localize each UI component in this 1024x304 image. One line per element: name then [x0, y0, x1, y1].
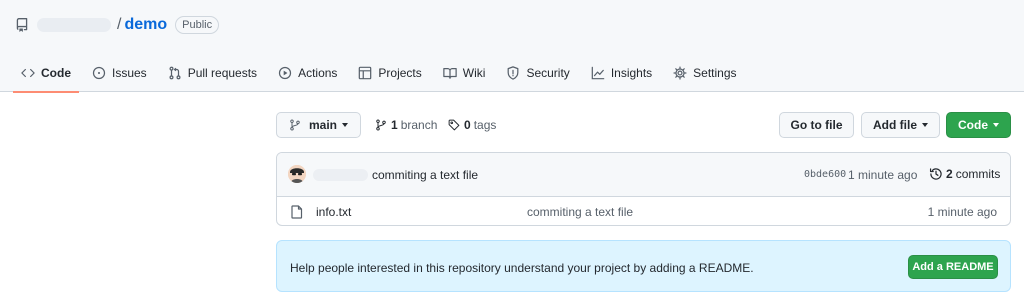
commit-count: 2 — [946, 167, 953, 181]
shield-icon — [508, 65, 519, 80]
branches-link[interactable]: 1 branch — [375, 118, 437, 132]
readme-banner-text: Help people interested in this repositor… — [290, 261, 754, 275]
branch-count-label: branch — [400, 118, 438, 132]
tab-label: Pull requests — [187, 65, 258, 80]
book-icon — [443, 67, 457, 79]
repo-icon — [16, 18, 28, 32]
history-icon — [929, 168, 942, 180]
branch-selector-label: main — [308, 118, 337, 132]
tab-label: Actions — [298, 65, 338, 80]
add-readme-label: Add a README — [912, 261, 994, 273]
branch-count: 1 — [391, 118, 398, 132]
add-file-label: Add file — [873, 118, 917, 132]
add-readme-button[interactable]: Add a README — [908, 255, 998, 279]
tab-label: Security — [526, 65, 570, 80]
file-name-link[interactable]: info.txt — [316, 205, 351, 219]
tab-pull-requests[interactable]: Pull requests — [160, 56, 265, 92]
tab-settings[interactable]: Settings — [665, 56, 744, 92]
commits-history-link[interactable]: 2 commits — [929, 167, 1000, 181]
tag-count-label: tags — [473, 118, 497, 132]
avatar[interactable] — [288, 165, 306, 183]
latest-commit-bar: commiting a text file 0bde600 1 minute a… — [277, 153, 1010, 197]
latest-commit-message[interactable]: commiting a text file — [372, 168, 478, 182]
file-browser: commiting a text file 0bde600 1 minute a… — [276, 152, 1011, 226]
tab-projects[interactable]: Projects — [350, 56, 429, 92]
git-branch-icon — [376, 119, 386, 131]
file-commit-message-link[interactable]: commiting a text file — [527, 205, 633, 219]
file-icon — [291, 205, 303, 219]
go-to-file-button[interactable]: Go to file — [779, 112, 854, 138]
file-row: info.txt commiting a text file 1 minute … — [277, 197, 1010, 225]
owner-name-redacted[interactable] — [37, 18, 111, 32]
git-pull-request-icon — [169, 66, 181, 79]
add-readme-banner: Help people interested in this repositor… — [276, 240, 1011, 292]
tab-label: Issues — [112, 65, 147, 80]
repo-nav-tabs: Code Issues Pull requests Actions Projec… — [13, 56, 750, 93]
repo-header: / demo Public Code Issues Pull requests … — [0, 0, 1024, 93]
tab-label: Settings — [693, 65, 737, 80]
tab-issues[interactable]: Issues — [84, 56, 155, 92]
commit-sha-link[interactable]: 0bde600 — [804, 169, 846, 180]
code-icon — [21, 68, 35, 77]
code-button-label: Code — [958, 118, 988, 132]
tags-link[interactable]: 0 tags — [448, 118, 496, 132]
tab-label: Wiki — [462, 65, 486, 80]
tag-count: 0 — [464, 118, 471, 132]
latest-commit-time: 1 minute ago — [848, 168, 918, 182]
chevron-down-icon — [342, 123, 348, 127]
table-icon — [359, 66, 372, 79]
repo-title: / demo Public — [15, 14, 220, 36]
play-icon — [278, 66, 292, 79]
tab-security[interactable]: Security — [498, 56, 577, 92]
tab-code[interactable]: Code — [13, 56, 79, 93]
author-name-redacted[interactable] — [313, 169, 368, 181]
tag-icon — [448, 119, 460, 131]
graph-icon — [591, 66, 605, 79]
go-to-file-label: Go to file — [790, 118, 843, 132]
tab-wiki[interactable]: Wiki — [435, 56, 494, 92]
repo-name-link[interactable]: demo — [124, 16, 167, 34]
issue-opened-icon — [92, 66, 106, 79]
file-commit-age: 1 minute ago — [927, 205, 997, 219]
avatar-image — [288, 165, 306, 183]
tab-label: Insights — [610, 65, 653, 80]
chevron-down-icon — [993, 123, 999, 127]
code-button[interactable]: Code — [946, 112, 1011, 138]
tab-label: Code — [41, 65, 71, 80]
repo-path-separator: / — [117, 16, 122, 33]
visibility-badge: Public — [175, 16, 220, 34]
gear-icon — [673, 65, 687, 80]
tab-label: Projects — [378, 65, 422, 80]
branch-selector-button[interactable]: main — [276, 112, 361, 138]
add-file-button[interactable]: Add file — [861, 112, 940, 138]
tab-insights[interactable]: Insights — [583, 56, 660, 92]
commit-count-label: commits — [955, 167, 1001, 181]
git-branch-icon — [290, 119, 300, 131]
tab-actions[interactable]: Actions — [270, 56, 345, 92]
chevron-down-icon — [922, 123, 928, 127]
